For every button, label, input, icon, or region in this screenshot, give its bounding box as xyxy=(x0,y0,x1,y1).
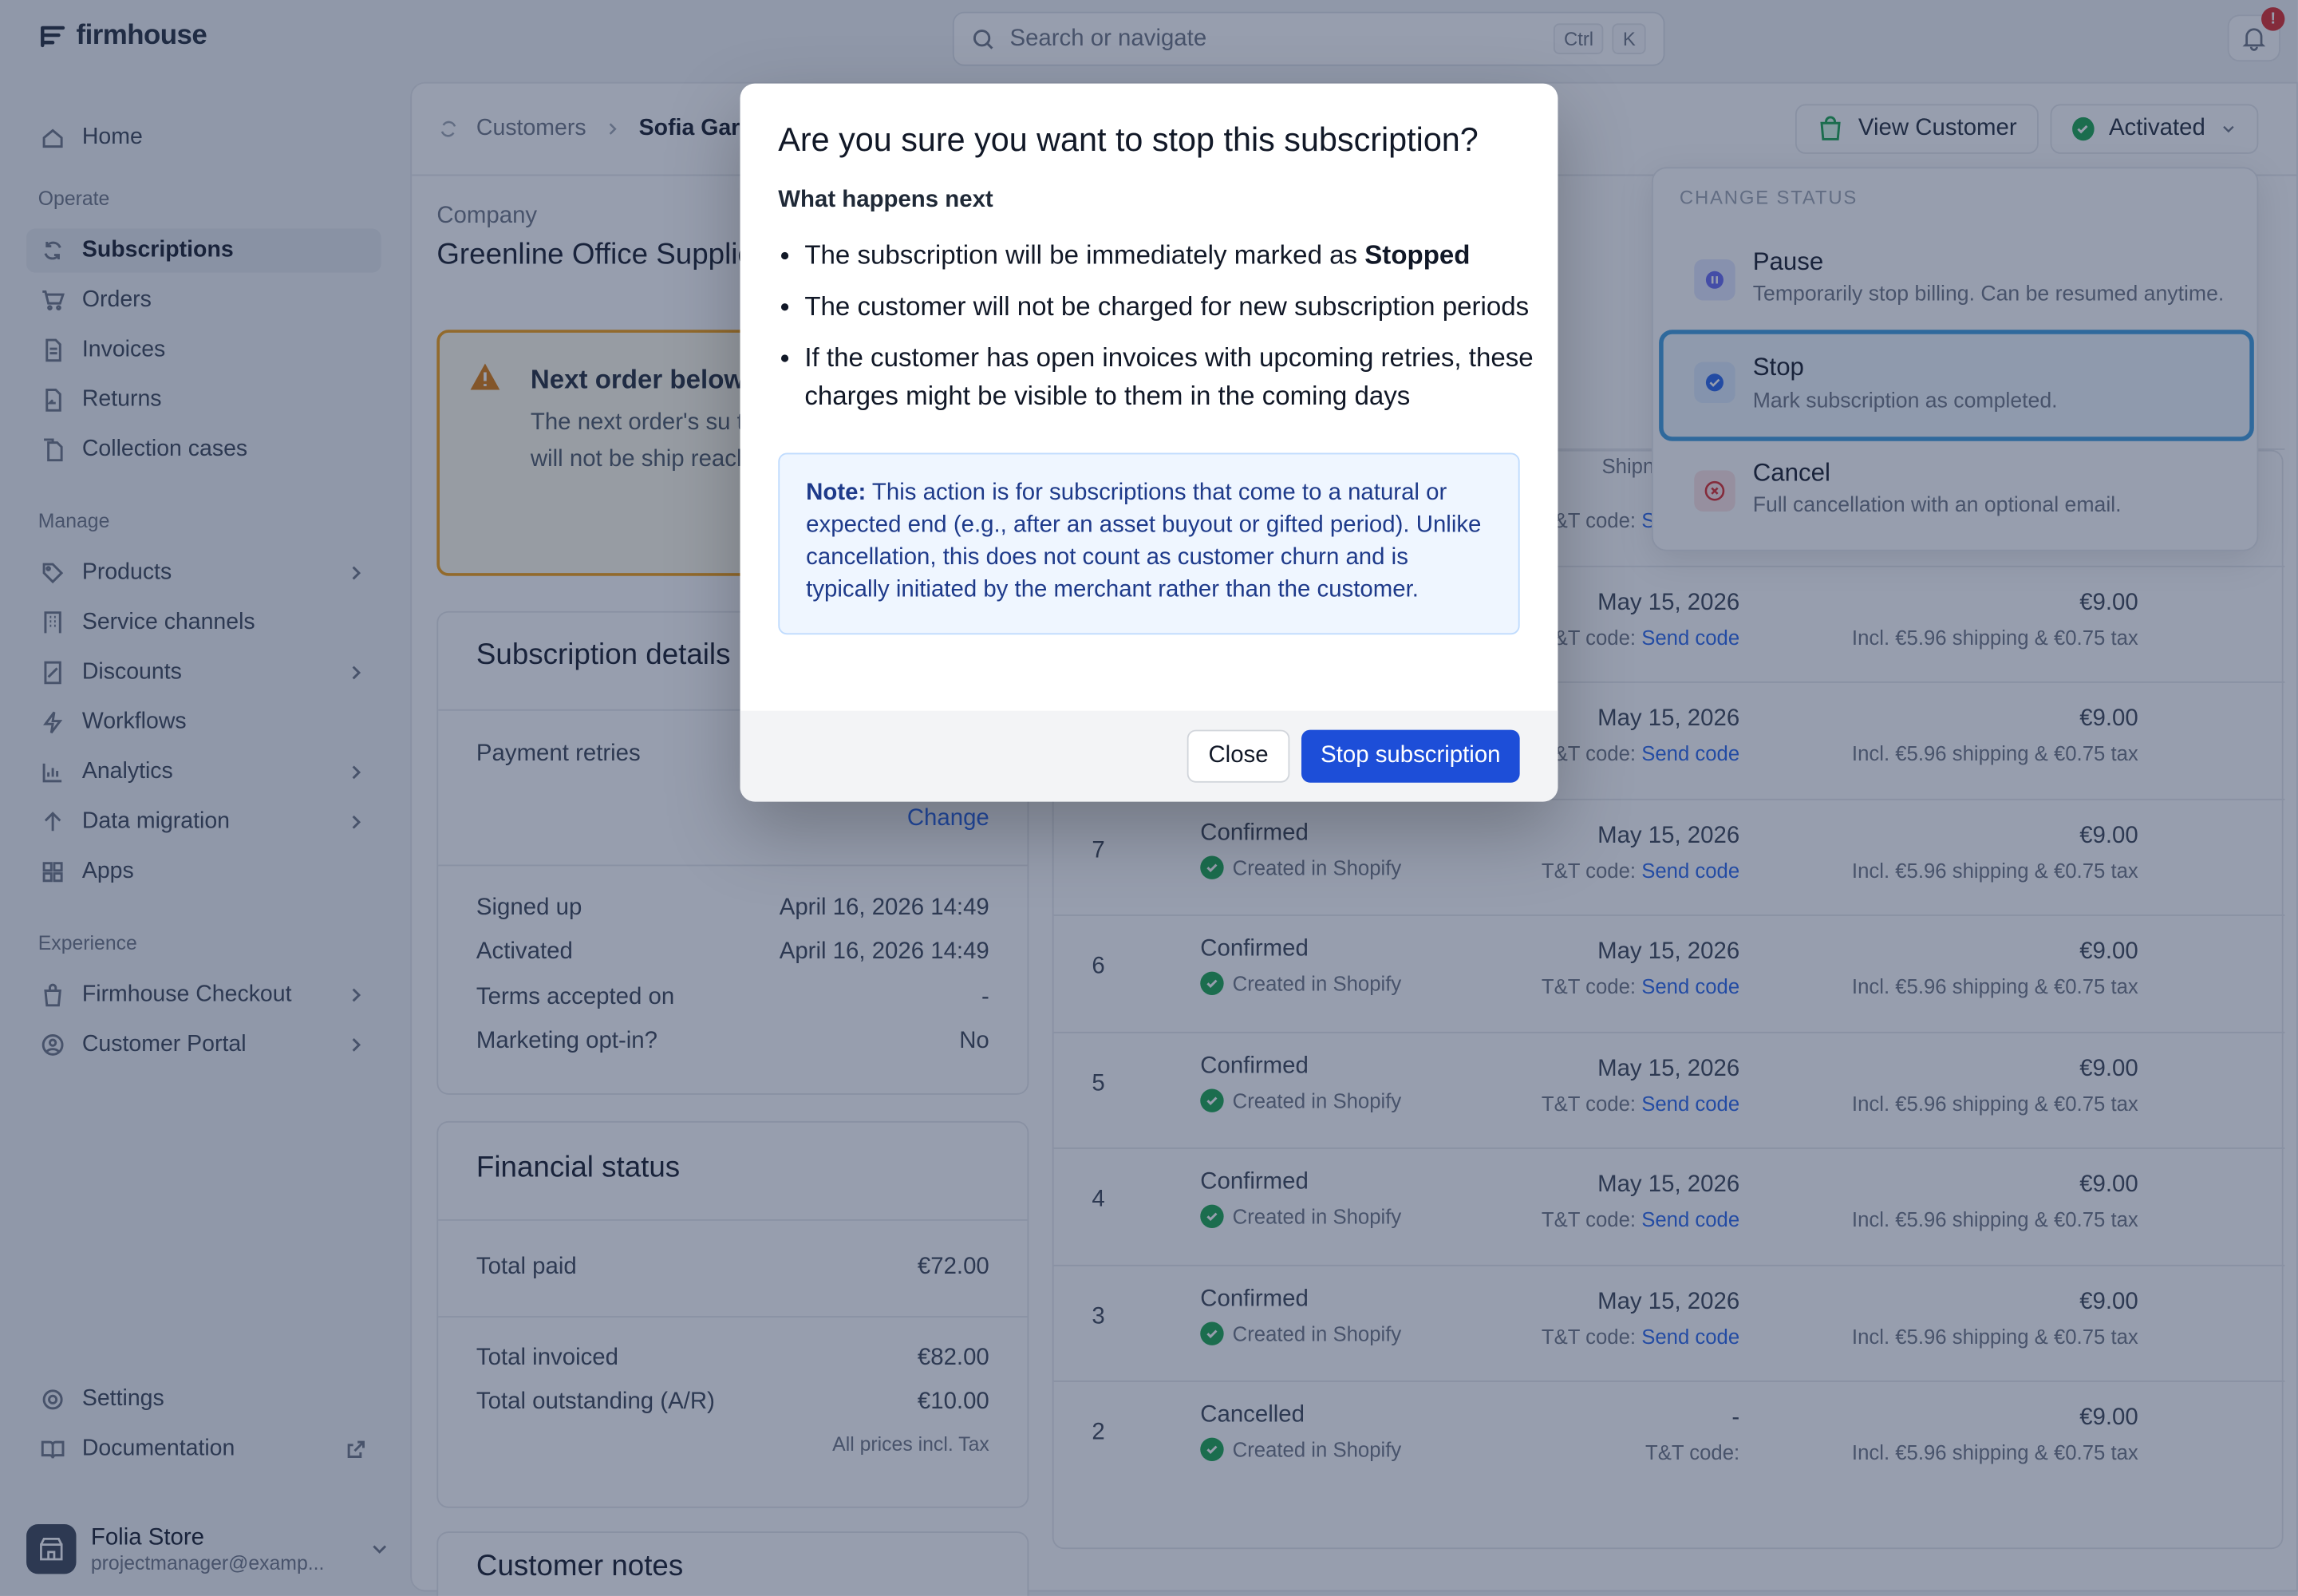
consequence-item: If the customer has open invoices with u… xyxy=(778,338,1540,414)
modal-footer: Close Stop subscription xyxy=(740,710,1558,802)
app-root: firmhouse Search or navigate Ctrl K ! Ho… xyxy=(0,0,2298,1596)
info-note: Note: This action is for subscriptions t… xyxy=(778,452,1520,635)
modal-subtitle: What happens next xyxy=(778,188,993,213)
consequence-item: The customer will not be charged for new… xyxy=(778,287,1540,326)
stop-subscription-modal: Are you sure you want to stop this subsc… xyxy=(740,83,1558,802)
close-button[interactable]: Close xyxy=(1187,729,1290,783)
consequence-text: The subscription will be immediately mar… xyxy=(804,240,1365,270)
modal-title: Are you sure you want to stop this subsc… xyxy=(778,121,1479,159)
consequences-list: The subscription will be immediately mar… xyxy=(778,236,1540,429)
stop-subscription-button[interactable]: Stop subscription xyxy=(1301,729,1520,783)
stopped-emphasis: Stopped xyxy=(1364,240,1471,270)
note-text: This action is for subscriptions that co… xyxy=(806,480,1482,602)
note-label: Note: xyxy=(806,480,867,506)
consequence-item: The subscription will be immediately mar… xyxy=(778,236,1540,275)
